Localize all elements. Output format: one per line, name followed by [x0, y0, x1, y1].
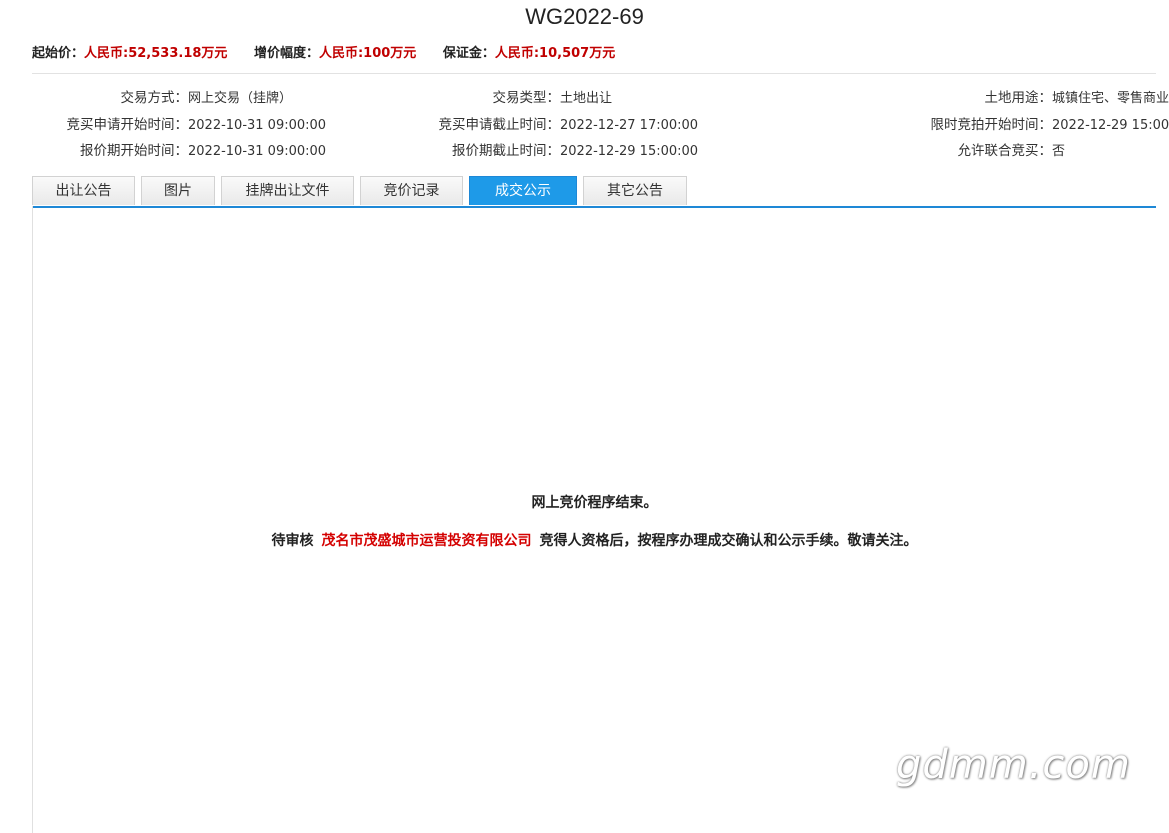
tab-content-panel	[32, 206, 1157, 833]
deposit-label: 保证金：	[442, 46, 495, 61]
joint-bid-label: 允许联合竞买：	[957, 143, 1053, 159]
page-title: WG2022-69	[525, 4, 644, 29]
start-price-value: 人民币:52,533.18万元	[84, 46, 228, 61]
result-message-line1: 网上竞价程序结束。	[531, 495, 658, 511]
tab-images[interactable]: 图片	[141, 176, 215, 205]
tab-listing-documents[interactable]: 挂牌出让文件	[221, 176, 354, 205]
start-price-label: 起始价：	[32, 46, 85, 61]
apply-end-label: 竞买申请截止时间：	[438, 116, 561, 133]
tab-bid-records[interactable]: 竞价记录	[360, 176, 463, 205]
deposit-value: 人民币:10,507万元	[494, 46, 616, 61]
apply-start-label: 竞买申请开始时间：	[66, 116, 189, 133]
increment-value: 人民币:100万元	[318, 46, 417, 61]
trade-type-value: 土地出让	[560, 91, 613, 106]
pending-review-text: 待审核	[271, 533, 314, 549]
tab-bar: 出让公告 图片 挂牌出让文件 竞价记录 成交公示 其它公告	[32, 176, 1156, 208]
land-use-value: 城镇住宅、零售商业	[1052, 91, 1169, 106]
listing-info-grid: 交易方式：网上交易（挂牌） 交易类型：土地出让 土地用途：城镇住宅、零售商业 竞买申…	[32, 86, 1169, 166]
increment-label: 增价幅度：	[253, 46, 319, 61]
trade-type-label: 交易类型：	[492, 90, 561, 106]
quote-end-value: 2022-12-29 15:00:00	[560, 144, 699, 159]
quote-start-label: 报价期开始时间：	[80, 143, 188, 159]
apply-end-value: 2022-12-27 17:00:00	[560, 117, 699, 133]
apply-start-value: 2022-10-31 09:00:00	[188, 117, 327, 133]
result-instruction-text: 竞得人资格后，按程序办理成交确认和公示手续。敬请关注。	[539, 533, 918, 549]
info-row: 交易方式：网上交易（挂牌） 交易类型：土地出让 土地用途：城镇住宅、零售商业	[32, 86, 1169, 113]
quote-start-value: 2022-10-31 09:00:00	[188, 144, 327, 159]
price-summary-bar: 起始价：人民币:52,533.18万元 增价幅度：人民币:100万元 保证金：人…	[32, 42, 637, 61]
info-row: 报价期开始时间：2022-10-31 09:00:00 报价期截止时间：2022-…	[32, 139, 1156, 166]
quote-end-label: 报价期截止时间：	[452, 143, 560, 159]
trade-method-value: 网上交易（挂牌）	[188, 91, 293, 106]
tab-deal-publicity[interactable]: 成交公示	[469, 176, 577, 205]
header-divider	[32, 73, 1156, 74]
tab-other-announcements[interactable]: 其它公告	[583, 176, 687, 205]
tab-transfer-announcement[interactable]: 出让公告	[32, 176, 135, 205]
trade-method-label: 交易方式：	[120, 90, 189, 106]
site-watermark: gdmm.com	[896, 742, 1131, 788]
auction-start-label: 限时竞拍开始时间：	[930, 116, 1053, 133]
auction-start-value: 2022-12-29 15:00:00	[1052, 117, 1169, 133]
result-message-line2: 待审核 茂名市茂盛城市运营投资有限公司 竞得人资格后，按程序办理成交确认和公示手续。…	[0, 530, 1169, 550]
land-use-label: 土地用途：	[984, 90, 1053, 106]
winning-company-name: 茂名市茂盛城市运营投资有限公司	[321, 533, 532, 549]
info-row: 竞买申请开始时间：2022-10-31 09:00:00 竞买申请截止时间：202…	[32, 113, 1169, 140]
joint-bid-value: 否	[1052, 144, 1066, 159]
